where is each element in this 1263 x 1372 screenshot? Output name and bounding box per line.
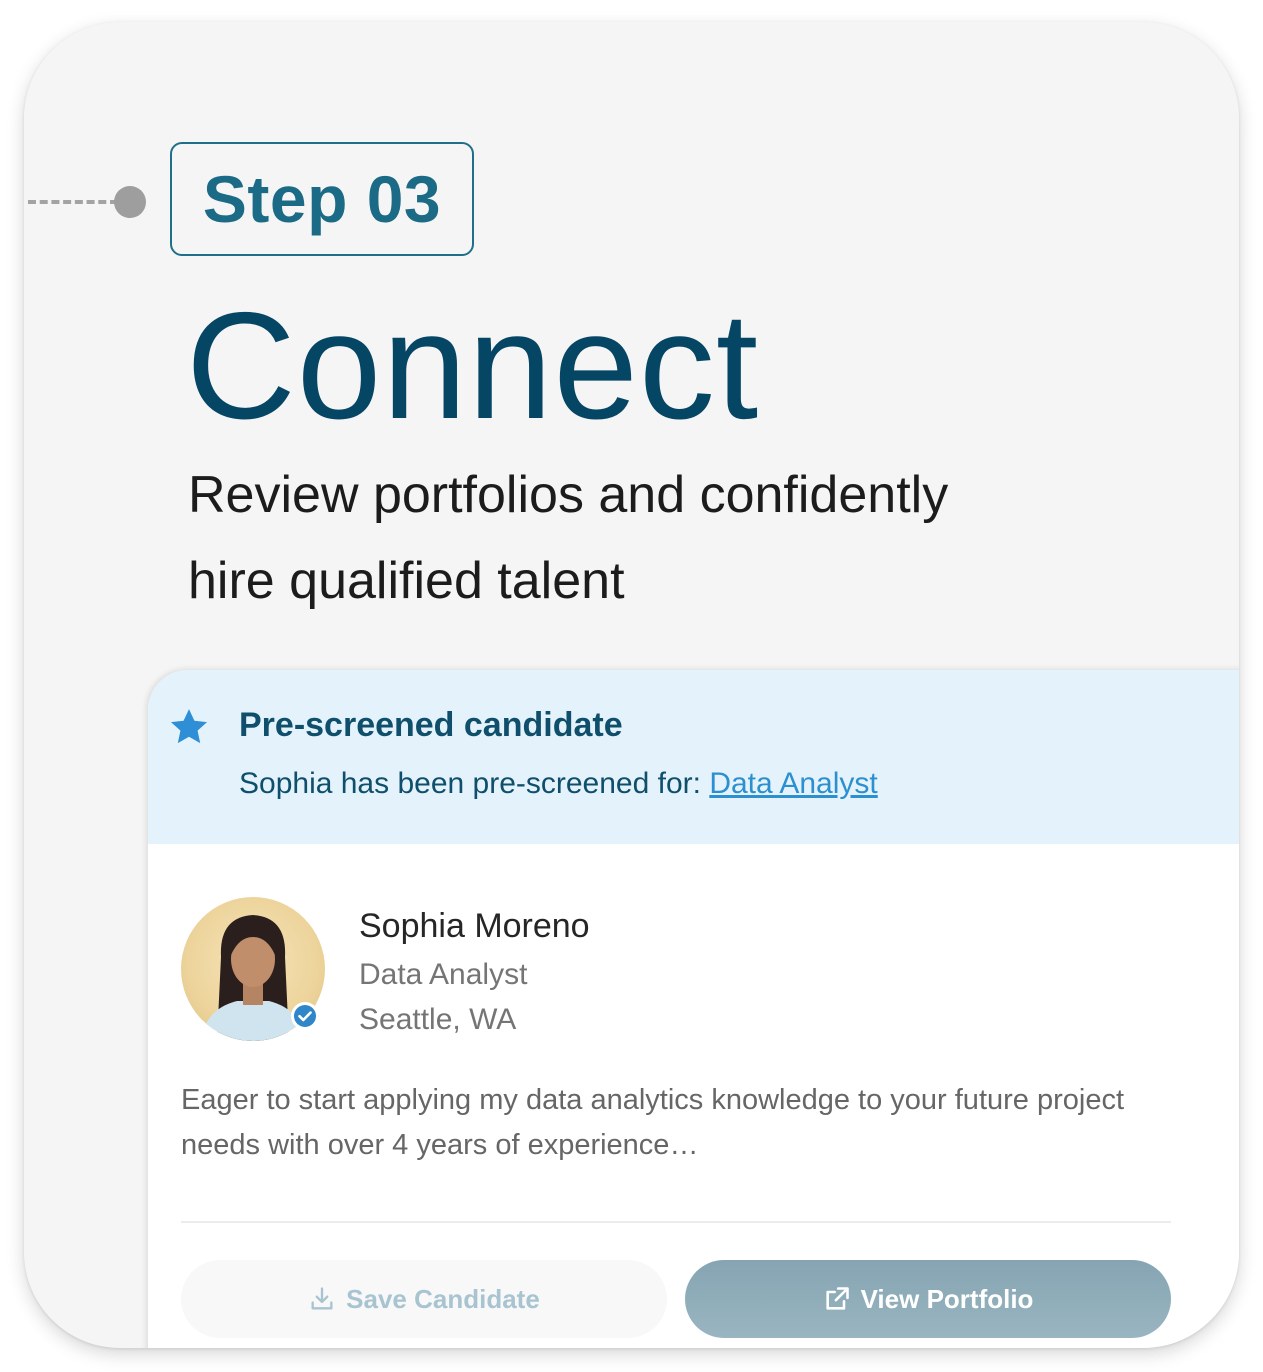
prescreened-banner: Pre-screened candidate Sophia has been p… (148, 670, 1239, 844)
view-portfolio-button[interactable]: View Portfolio (685, 1260, 1171, 1338)
subtitle-line-1: Review portfolios and confidently (188, 466, 949, 524)
step-card: Step 03 Connect Review portfolios and co… (24, 22, 1239, 1348)
page-subtitle: Review portfolios and confidently hire q… (188, 452, 1088, 624)
verified-check-icon (291, 1002, 319, 1030)
candidate-location: Seattle, WA (359, 1003, 517, 1036)
step-connector-dot (114, 186, 146, 218)
candidate-name: Sophia Moreno (359, 907, 590, 945)
page-title: Connect (186, 281, 760, 451)
step-badge: Step 03 (170, 142, 474, 256)
star-icon (170, 709, 208, 744)
step-badge-label: Step 03 (202, 162, 442, 236)
candidate-bio: Eager to start applying my data analytic… (181, 1084, 1125, 1161)
candidate-role: Data Analyst (359, 958, 528, 991)
divider (181, 1221, 1171, 1223)
prescreened-role-link[interactable]: Data Analyst (709, 767, 877, 800)
candidate-card: Pre-screened candidate Sophia has been p… (148, 670, 1239, 1348)
banner-title: Pre-screened candidate (239, 706, 623, 744)
avatar[interactable] (181, 897, 325, 1041)
save-candidate-label: Save Candidate (346, 1283, 540, 1314)
banner-text-label: Sophia has been pre-screened for: (239, 767, 701, 800)
download-icon (311, 1287, 333, 1310)
external-link-icon (825, 1287, 849, 1310)
banner-text: Sophia has been pre-screened for: Data A… (239, 767, 878, 801)
step-connector-line (28, 200, 118, 204)
view-portfolio-label: View Portfolio (860, 1283, 1034, 1314)
save-candidate-button[interactable]: Save Candidate (181, 1260, 667, 1338)
subtitle-line-2: hire qualified talent (188, 552, 625, 610)
